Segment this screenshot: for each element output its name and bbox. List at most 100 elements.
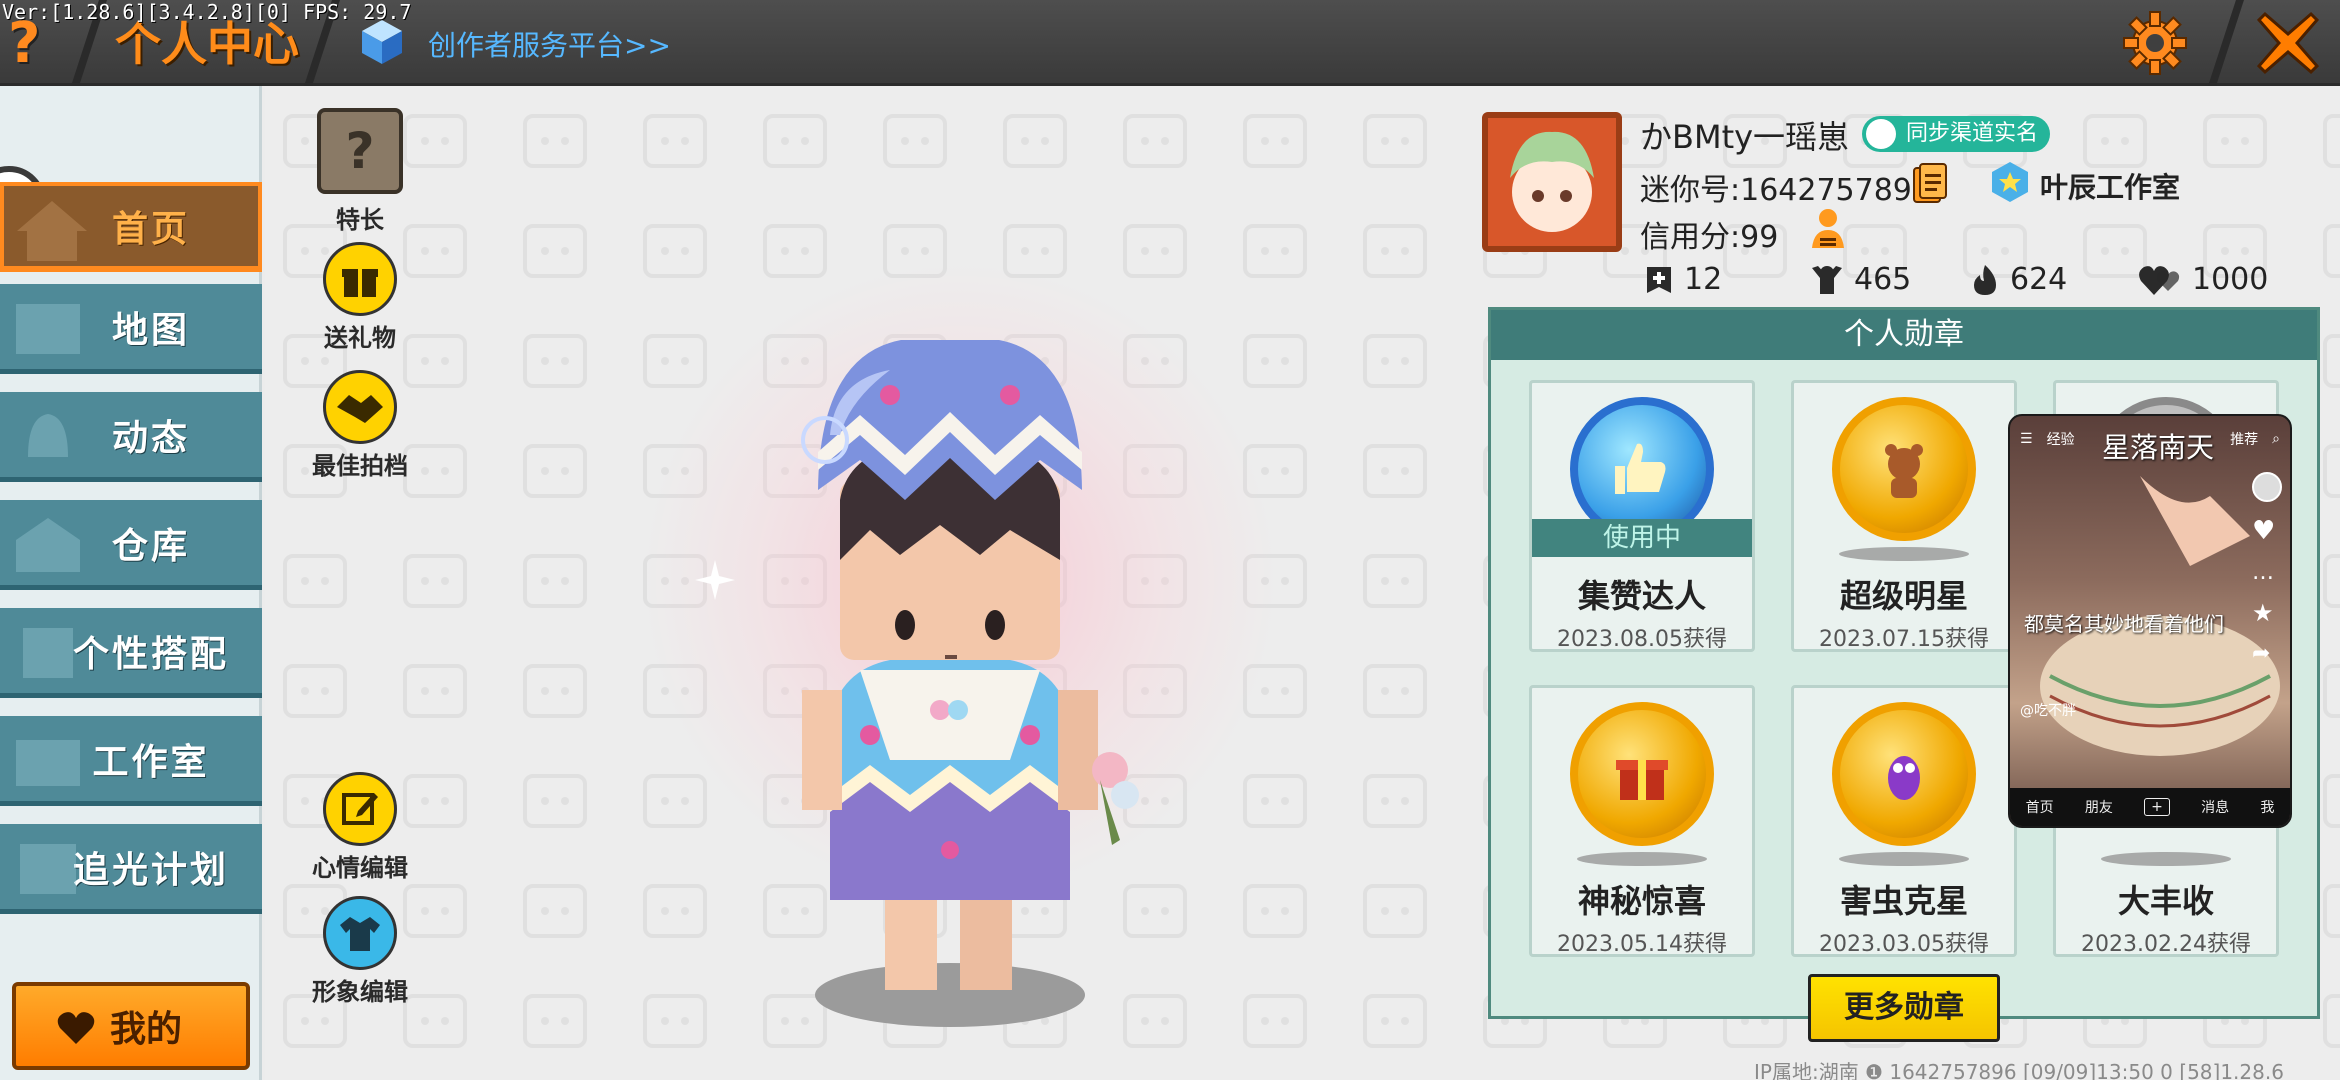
studio-badge-icon bbox=[1992, 162, 2028, 202]
sidebar-item-label: 追光计划 bbox=[72, 849, 229, 891]
hearts-icon bbox=[2139, 265, 2180, 295]
medal-shadow bbox=[2101, 852, 2231, 866]
copy-icon[interactable] bbox=[1912, 162, 1948, 204]
menu-icon[interactable]: ☰ bbox=[2020, 431, 2033, 447]
in-use-label: 使用中 bbox=[1532, 519, 1752, 557]
badge-card[interactable]: 超级明星 2023.07.15获得 bbox=[1791, 380, 2017, 652]
specialty-tool[interactable]: ? 特长 bbox=[300, 108, 420, 235]
bell-icon bbox=[28, 414, 68, 457]
share-icon[interactable]: ➦ bbox=[2252, 641, 2284, 666]
credit-score: 信用分:99 bbox=[1640, 220, 1779, 255]
close-icon[interactable] bbox=[2255, 10, 2321, 76]
sidebar-item-home[interactable]: 首页 bbox=[0, 182, 262, 272]
house-icon bbox=[17, 201, 87, 261]
creator-platform-link[interactable]: 创作者服务平台>> bbox=[428, 24, 671, 64]
badge-date: 2023.03.05获得 bbox=[1819, 932, 1989, 957]
gear-icon[interactable] bbox=[2120, 8, 2190, 78]
gift-tool[interactable]: 送礼物 bbox=[300, 242, 420, 353]
badge-date: 2023.08.05获得 bbox=[1557, 627, 1727, 652]
mood-edit-tool[interactable]: 心情编辑 bbox=[300, 772, 420, 883]
video-tab[interactable]: 推荐 bbox=[2230, 429, 2258, 449]
badge-date: 2023.02.24获得 bbox=[2081, 932, 2251, 957]
badge-card[interactable]: 害虫克星 2023.03.05获得 bbox=[1791, 685, 2017, 957]
studio-name[interactable]: 叶辰工作室 bbox=[2040, 166, 2180, 206]
verify-badge[interactable]: 同步渠道实名 bbox=[1862, 116, 2051, 152]
sidebar-item-label: 工作室 bbox=[92, 741, 210, 783]
outfit-edit-icon bbox=[323, 896, 397, 970]
star-icon[interactable]: ★ bbox=[2252, 599, 2284, 627]
footer-info: IP属地:湖南 ❶ 1642757896 [09/09]13:50 0 [58]… bbox=[1754, 1060, 2284, 1080]
stat-plus: 12 bbox=[1644, 262, 1722, 297]
badge-name: 超级明星 bbox=[1839, 577, 1968, 615]
sidebar-item-label: 首页 bbox=[111, 209, 190, 250]
divider bbox=[2208, 0, 2244, 86]
look-edit-tool[interactable]: 形象编辑 bbox=[300, 896, 420, 1007]
medal-shadow bbox=[1577, 852, 1707, 866]
video-nav-item[interactable]: 消息 bbox=[2201, 797, 2229, 817]
badge-name: 大丰收 bbox=[2117, 882, 2214, 920]
author-avatar[interactable] bbox=[2252, 472, 2282, 502]
video-nav-item[interactable]: 首页 bbox=[2026, 797, 2054, 817]
badge-name: 神秘惊喜 bbox=[1577, 882, 1706, 920]
floating-video-window[interactable]: ☰ 经验 推荐 ⌕ 星落南天 都莫名其妙地看着他们 @吃不胖 ♥ … ★ ➦ 首… bbox=[2008, 414, 2292, 828]
sidebar: 首页 地图 动态 仓库 个性搭配 工作室 追光计划 bbox=[0, 86, 262, 1080]
video-user: @吃不胖 bbox=[2020, 703, 2076, 719]
video-nav-item[interactable]: 我 bbox=[2260, 797, 2274, 817]
search-icon[interactable]: ⌕ bbox=[2272, 431, 2280, 447]
star-bear-medal-icon bbox=[1832, 397, 1976, 541]
stat-plus-value: 12 bbox=[1684, 262, 1723, 297]
video-bottom-nav: 首页 朋友 + 消息 我 bbox=[2010, 788, 2290, 826]
sidebar-item-outfit[interactable]: 个性搭配 bbox=[0, 608, 262, 698]
badge-card[interactable]: 神秘惊喜 2023.05.14获得 bbox=[1529, 685, 1755, 957]
like-icon[interactable]: ♥ bbox=[2252, 516, 2284, 546]
mood-edit-label: 心情编辑 bbox=[312, 854, 408, 882]
sidebar-item-feed[interactable]: 动态 bbox=[0, 392, 262, 482]
verify-label: 同步渠道实名 bbox=[1906, 121, 2039, 146]
stat-fans: 465 bbox=[1810, 262, 1911, 297]
sparkle-icon bbox=[695, 560, 735, 600]
player-character[interactable] bbox=[740, 340, 1160, 1040]
video-title: 星落南天 bbox=[2102, 431, 2215, 464]
stat-likes: 1000 bbox=[2138, 262, 2268, 297]
cube-icon bbox=[362, 20, 402, 64]
username: かBMty一瑶崽 bbox=[1640, 118, 1850, 156]
specialty-label: 特长 bbox=[336, 206, 384, 234]
video-nav-item[interactable]: 朋友 bbox=[2085, 797, 2113, 817]
sidebar-item-label: 地图 bbox=[111, 309, 190, 351]
gift-icon bbox=[323, 242, 397, 316]
video-nav-add[interactable]: + bbox=[2144, 798, 2170, 816]
sidebar-item-studio[interactable]: 工作室 bbox=[0, 716, 262, 806]
badge-date: 2023.05.14获得 bbox=[1557, 932, 1727, 957]
heart-icon bbox=[57, 1012, 95, 1044]
top-bar: ? 个人中心 创作者服务平台>> Ver:[1.28.6][3.4.2.8][0… bbox=[0, 0, 2340, 86]
video-caption: 都莫名其妙地看着他们 bbox=[2024, 612, 2224, 636]
video-tab[interactable]: 经验 bbox=[2047, 429, 2075, 449]
comment-icon[interactable]: … bbox=[2252, 560, 2284, 585]
stat-fans-value: 465 bbox=[1854, 262, 1912, 297]
sidebar-item-map[interactable]: 地图 bbox=[0, 284, 262, 374]
gift-label: 送礼物 bbox=[324, 324, 396, 352]
bug-medal-icon bbox=[1832, 702, 1976, 846]
studio-icon bbox=[16, 740, 80, 786]
stat-fire-value: 624 bbox=[2010, 262, 2068, 297]
badge-name: 害虫克星 bbox=[1839, 882, 1968, 920]
badge-panel-title: 个人勋章 bbox=[1491, 310, 2317, 360]
fans-icon bbox=[1812, 265, 1842, 294]
badge-card[interactable]: 使用中 集赞达人 2023.08.05获得 bbox=[1529, 380, 1755, 652]
handshake-icon bbox=[323, 370, 397, 444]
avatar[interactable] bbox=[1482, 112, 1622, 252]
sidebar-item-label: 仓库 bbox=[111, 525, 190, 567]
sidebar-item-label: 动态 bbox=[111, 417, 190, 459]
partner-label: 最佳拍档 bbox=[312, 452, 408, 480]
warehouse-icon bbox=[16, 518, 80, 572]
video-side-actions: ♥ … ★ ➦ bbox=[2252, 472, 2284, 666]
more-badges-button[interactable]: 更多勋章 bbox=[1808, 974, 2000, 1042]
medal-shadow bbox=[1839, 852, 1969, 866]
me-button[interactable]: 我的 bbox=[12, 982, 250, 1070]
svg-text:?: ? bbox=[345, 122, 374, 180]
partner-tool[interactable]: 最佳拍档 bbox=[300, 370, 420, 481]
sidebar-item-warehouse[interactable]: 仓库 bbox=[0, 500, 262, 590]
sidebar-item-chase-light[interactable]: 追光计划 bbox=[0, 824, 262, 914]
fire-icon bbox=[1974, 264, 1996, 295]
credit-user-icon[interactable] bbox=[1808, 206, 1848, 250]
